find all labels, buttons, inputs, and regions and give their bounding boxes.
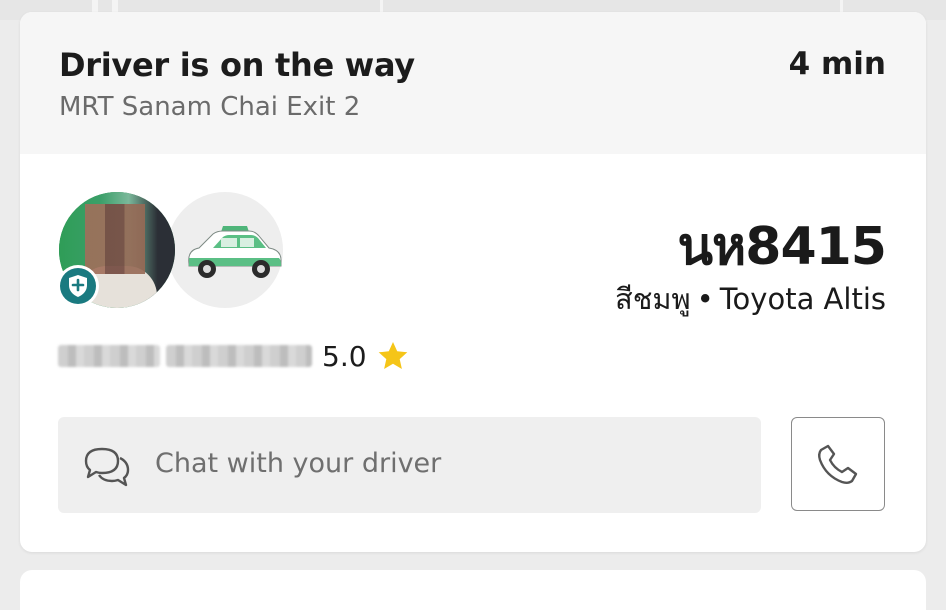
phone-icon xyxy=(818,444,858,484)
vehicle-color: สีชมพู xyxy=(615,282,691,316)
trip-status-header: Driver is on the way 4 min MRT Sanam Cha… xyxy=(20,12,926,154)
vehicle-avatar xyxy=(167,192,283,308)
chat-placeholder: Chat with your driver xyxy=(155,448,442,479)
driver-name-blurred xyxy=(58,341,312,371)
vehicle-description: สีชมพู • Toyota Altis xyxy=(615,276,886,322)
separator-dot: • xyxy=(696,282,714,316)
chat-with-driver-input[interactable]: Chat with your driver xyxy=(58,417,761,513)
taxi-car-icon xyxy=(188,226,282,278)
eta-text: 4 min xyxy=(788,46,886,82)
trip-status-title: Driver is on the way xyxy=(59,46,415,84)
blurred-face xyxy=(85,204,145,274)
call-driver-button[interactable] xyxy=(791,417,885,511)
verified-badge xyxy=(57,265,99,307)
driver-rating: 5.0 xyxy=(322,339,367,373)
shield-plus-icon xyxy=(69,275,87,297)
driver-info-row: 5.0 xyxy=(58,338,409,374)
blurred-first-name xyxy=(58,345,160,367)
vehicle-model: Toyota Altis xyxy=(719,282,886,316)
pickup-location: MRT Sanam Chai Exit 2 xyxy=(59,92,361,122)
star-icon xyxy=(378,342,407,369)
license-plate: นห8415 xyxy=(677,217,887,277)
next-card-peek xyxy=(20,570,926,610)
blurred-last-name xyxy=(166,345,312,367)
driver-status-card: Driver is on the way 4 min MRT Sanam Cha… xyxy=(20,12,926,552)
chat-bubbles-icon xyxy=(84,447,130,487)
badge-background xyxy=(60,268,96,304)
